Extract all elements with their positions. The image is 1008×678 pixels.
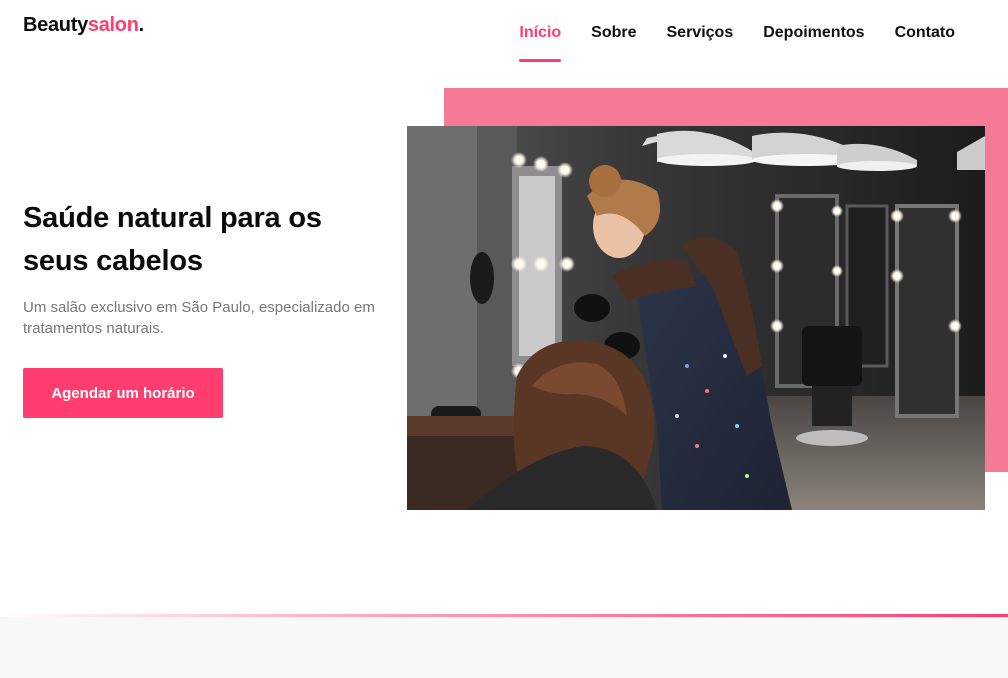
logo-dot: . bbox=[138, 14, 145, 36]
hero-title: Saúde natural para os seus cabelos bbox=[23, 202, 322, 277]
logo-accent: salon bbox=[87, 14, 139, 36]
hero-subtitle: Um salão exclusivo em São Paulo, especia… bbox=[23, 299, 375, 337]
nav-item-inicio[interactable]: Início bbox=[519, 0, 561, 64]
logo-main: Beauty bbox=[23, 14, 88, 36]
nav-item-servicos[interactable]: Serviços bbox=[667, 0, 734, 64]
salon-photo bbox=[407, 126, 985, 510]
logo[interactable]: Beautysalon. bbox=[23, 14, 144, 37]
next-section bbox=[0, 617, 1008, 678]
schedule-appointment-button[interactable]: Agendar um horário bbox=[23, 368, 223, 418]
site-header: Beautysalon. Início Sobre Serviços Depoi… bbox=[0, 0, 1008, 64]
main-nav: Início Sobre Serviços Depoimentos Contat… bbox=[519, 0, 955, 64]
nav-item-sobre[interactable]: Sobre bbox=[591, 0, 636, 64]
nav-item-depoimentos[interactable]: Depoimentos bbox=[763, 0, 864, 64]
nav-item-contato[interactable]: Contato bbox=[895, 0, 955, 64]
